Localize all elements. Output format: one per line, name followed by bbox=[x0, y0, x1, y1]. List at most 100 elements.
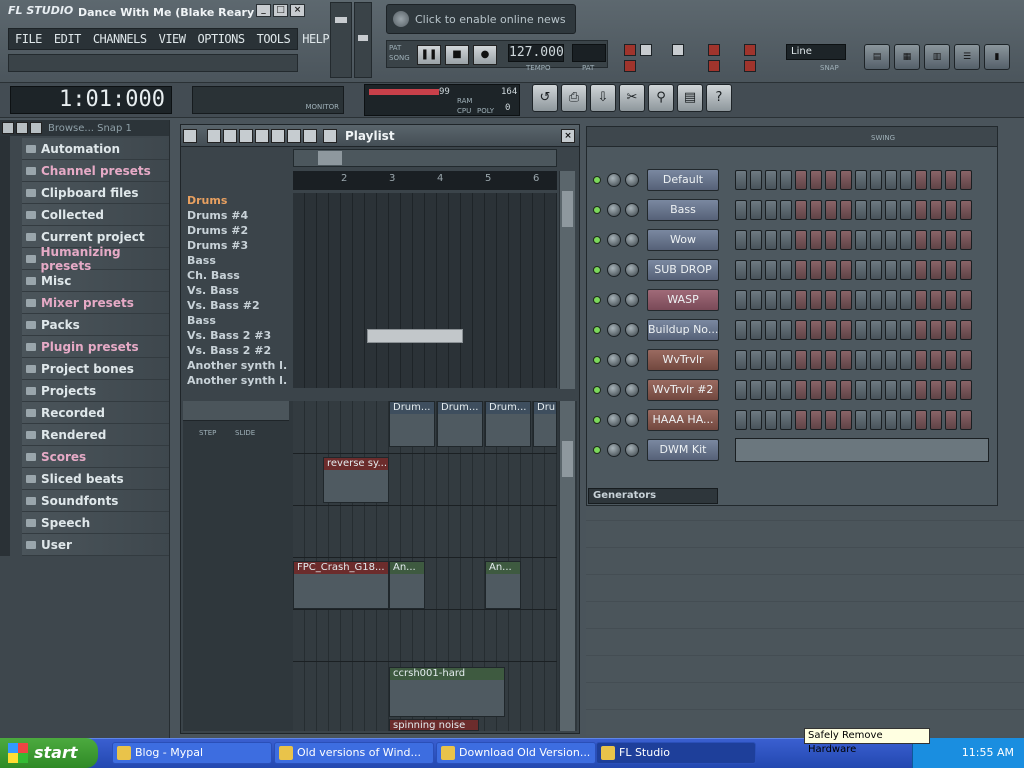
channel-pan-knob[interactable] bbox=[607, 323, 621, 337]
maximize-button[interactable]: □ bbox=[273, 4, 288, 17]
channel-mute-led[interactable] bbox=[593, 386, 601, 394]
step-button[interactable] bbox=[945, 410, 957, 430]
step-button[interactable] bbox=[735, 260, 747, 280]
browser-item[interactable]: Misc bbox=[22, 270, 169, 292]
song-position-clock[interactable]: 1:01:000 bbox=[10, 86, 172, 114]
channel-name-button[interactable]: Buildup No... bbox=[647, 319, 719, 341]
channel-pan-knob[interactable] bbox=[607, 233, 621, 247]
step-button[interactable] bbox=[765, 230, 777, 250]
pattern-number[interactable] bbox=[572, 44, 606, 62]
step-button[interactable] bbox=[735, 410, 747, 430]
browser-item[interactable]: Collected bbox=[22, 204, 169, 226]
cut-button[interactable]: ✂ bbox=[619, 84, 645, 112]
slice-tool-icon[interactable] bbox=[271, 128, 285, 143]
step-button[interactable] bbox=[780, 290, 792, 310]
channel-pan-knob[interactable] bbox=[607, 353, 621, 367]
step-button[interactable] bbox=[885, 290, 897, 310]
step-button[interactable] bbox=[765, 290, 777, 310]
browser-item[interactable]: Humanizing presets bbox=[22, 245, 169, 273]
step-button[interactable] bbox=[930, 170, 942, 190]
step-button[interactable] bbox=[825, 170, 837, 190]
step-button[interactable] bbox=[780, 230, 792, 250]
channel-pan-knob[interactable] bbox=[607, 293, 621, 307]
step-button[interactable] bbox=[765, 380, 777, 400]
blend-toggle[interactable] bbox=[640, 44, 652, 56]
step-button[interactable] bbox=[915, 380, 927, 400]
step-button[interactable] bbox=[930, 290, 942, 310]
browser-item[interactable]: Channel presets bbox=[22, 160, 169, 182]
pause-button[interactable]: ❚❚ bbox=[417, 45, 441, 65]
taskbar-item-blog[interactable]: Blog - Mypal bbox=[112, 742, 272, 764]
tempo-display[interactable]: 127.000 bbox=[508, 44, 564, 62]
menu-channels[interactable]: CHANNELS bbox=[87, 32, 153, 46]
step-button[interactable] bbox=[825, 260, 837, 280]
metronome-toggle[interactable] bbox=[624, 44, 636, 56]
step-button[interactable] bbox=[840, 380, 852, 400]
step-button[interactable] bbox=[735, 170, 747, 190]
step-button[interactable] bbox=[825, 320, 837, 340]
pattern-track-name[interactable]: Drums #4 bbox=[183, 208, 287, 223]
browser-back-icon[interactable] bbox=[16, 122, 28, 134]
scroll-thumb[interactable] bbox=[562, 191, 573, 227]
browser-item[interactable]: Speech bbox=[22, 512, 169, 534]
master-pitch-slider[interactable] bbox=[354, 2, 372, 78]
pattern-track-name[interactable]: Another synth l... bbox=[183, 358, 287, 373]
channel-mute-led[interactable] bbox=[593, 236, 601, 244]
export-button[interactable]: ⇩ bbox=[590, 84, 616, 112]
step-button[interactable] bbox=[930, 200, 942, 220]
scroll-toggle[interactable] bbox=[744, 60, 756, 72]
typing-keyboard-toggle[interactable] bbox=[708, 44, 720, 56]
browser-item[interactable]: Clipboard files bbox=[22, 182, 169, 204]
step-button[interactable] bbox=[765, 170, 777, 190]
step-button[interactable] bbox=[930, 230, 942, 250]
channel-volume-knob[interactable] bbox=[625, 173, 639, 187]
channel-volume-knob[interactable] bbox=[625, 413, 639, 427]
step-button[interactable] bbox=[840, 170, 852, 190]
step-button[interactable] bbox=[855, 320, 867, 340]
channel-volume-knob[interactable] bbox=[625, 203, 639, 217]
channel-mute-led[interactable] bbox=[593, 296, 601, 304]
close-button[interactable]: × bbox=[290, 4, 305, 17]
piano-roll-preview[interactable] bbox=[735, 438, 989, 462]
generators-select[interactable]: Generators bbox=[588, 488, 718, 504]
step-button[interactable] bbox=[915, 290, 927, 310]
delete-tool-icon[interactable] bbox=[239, 128, 253, 143]
step-button[interactable] bbox=[900, 290, 912, 310]
channel-pan-knob[interactable] bbox=[607, 413, 621, 427]
step-button[interactable] bbox=[780, 260, 792, 280]
scroll-thumb[interactable] bbox=[318, 151, 342, 165]
step-button[interactable] bbox=[810, 260, 822, 280]
step-button[interactable] bbox=[795, 200, 807, 220]
select-tool-icon[interactable] bbox=[287, 128, 301, 143]
channel-pan-knob[interactable] bbox=[607, 263, 621, 277]
step-button[interactable] bbox=[960, 380, 972, 400]
browser-item[interactable]: User bbox=[22, 534, 169, 556]
browser-menu-icon[interactable] bbox=[2, 122, 14, 134]
step-button[interactable] bbox=[795, 410, 807, 430]
step-button[interactable] bbox=[915, 200, 927, 220]
browser-item[interactable]: Scores bbox=[22, 446, 169, 468]
step-button[interactable] bbox=[795, 290, 807, 310]
browser-item[interactable]: Projects bbox=[22, 380, 169, 402]
step-button[interactable] bbox=[750, 320, 762, 340]
taskbar-item-fl-studio[interactable]: FL Studio bbox=[596, 742, 756, 764]
step-button[interactable] bbox=[795, 230, 807, 250]
step-button[interactable] bbox=[780, 170, 792, 190]
step-button[interactable] bbox=[810, 200, 822, 220]
undo-button[interactable]: ↺ bbox=[532, 84, 558, 112]
step-button[interactable] bbox=[870, 170, 882, 190]
step-button[interactable] bbox=[870, 260, 882, 280]
pattern-track-name[interactable]: Another synth l... bbox=[183, 373, 287, 388]
step-button[interactable] bbox=[885, 230, 897, 250]
scroll-thumb[interactable] bbox=[562, 441, 573, 477]
slider-handle[interactable] bbox=[335, 17, 347, 23]
step-button[interactable] bbox=[825, 200, 837, 220]
channel-pan-knob[interactable] bbox=[607, 173, 621, 187]
menu-tools[interactable]: TOOLS bbox=[251, 32, 297, 46]
step-button[interactable] bbox=[900, 350, 912, 370]
step-button[interactable] bbox=[855, 200, 867, 220]
browser-item[interactable]: Packs bbox=[22, 314, 169, 336]
step-button[interactable] bbox=[870, 230, 882, 250]
step-button[interactable] bbox=[960, 260, 972, 280]
step-button[interactable] bbox=[885, 350, 897, 370]
